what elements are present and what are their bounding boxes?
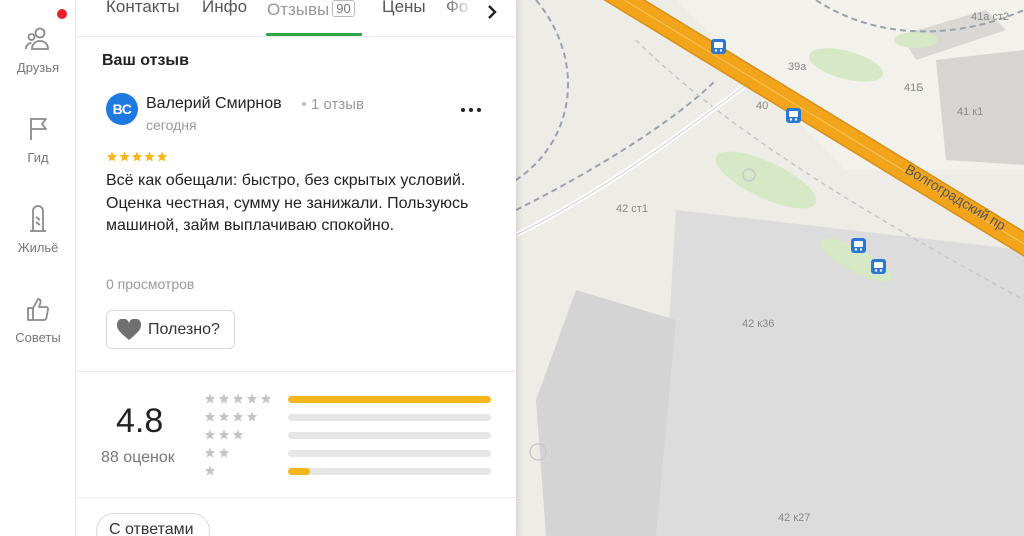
author-review-count: 1 отзыв xyxy=(311,96,365,113)
star-icon xyxy=(106,151,118,162)
map-label-41k1: 41 к1 xyxy=(957,106,983,118)
friends-icon xyxy=(23,24,53,54)
tab-info-label: Инфо xyxy=(202,0,248,16)
rating-row-1 xyxy=(204,465,494,477)
tab-bar: Контакты Инфо Отзывы90 Цены Фо xyxy=(76,0,516,36)
map-label-40: 40 xyxy=(756,100,768,112)
tabs-next-button[interactable] xyxy=(480,0,504,24)
flag-icon xyxy=(23,114,53,144)
left-rail: Друзья Гид Жильё Советы xyxy=(0,0,76,536)
star-icon xyxy=(144,151,155,162)
rail-label-tips: Советы xyxy=(15,330,61,345)
rating-bar-track xyxy=(288,468,491,475)
star-icon xyxy=(218,393,230,404)
rating-row-4 xyxy=(204,411,494,423)
star-icon xyxy=(232,393,244,404)
tab-info[interactable]: Инфо xyxy=(202,0,247,36)
rating-row-stars xyxy=(204,447,230,458)
rail-label-housing: Жильё xyxy=(17,240,59,255)
star-icon xyxy=(204,411,216,422)
tab-reviews-label: Отзывы xyxy=(267,0,330,19)
star-icon xyxy=(131,151,143,162)
rating-row-stars xyxy=(204,411,258,422)
rail-item-housing[interactable]: Жильё xyxy=(0,204,76,274)
more-options-button[interactable] xyxy=(456,100,486,120)
views-count: 0 просмотров xyxy=(106,276,195,292)
useful-label: Полезно? xyxy=(148,320,220,338)
star-icon xyxy=(119,151,130,162)
section-title: Ваш отзыв xyxy=(102,52,189,69)
reviews-count-badge: 90 xyxy=(332,0,355,17)
rating-bar-fill xyxy=(288,468,311,475)
star-icon xyxy=(204,429,216,440)
map-label-42k27: 42 к27 xyxy=(778,512,810,524)
rail-item-friends[interactable]: Друзья xyxy=(0,24,76,94)
more-dots-icon xyxy=(461,108,481,112)
star-icon xyxy=(204,393,216,404)
review-star-rating xyxy=(106,151,168,162)
star-icon xyxy=(232,429,244,440)
tab-contacts[interactable]: Контакты xyxy=(106,0,179,36)
rating-bar-fill xyxy=(288,396,491,403)
star-icon xyxy=(232,411,244,422)
divider xyxy=(76,371,516,372)
rating-row-3 xyxy=(204,429,494,441)
star-icon xyxy=(246,411,258,422)
heart-icon xyxy=(116,318,142,340)
tab-prices-label: Цены xyxy=(382,0,426,16)
star-icon xyxy=(204,447,216,458)
map-label-41a: 41а ст2 xyxy=(971,11,1009,23)
notification-dot xyxy=(57,9,67,19)
review-text: Всё как обещали: быстро, без скрытых усл… xyxy=(106,172,469,234)
map[interactable]: Волгоградский пр 41а ст2 39а 41Б 41 к1 4… xyxy=(516,0,1024,536)
star-icon xyxy=(260,393,272,404)
star-icon xyxy=(218,429,230,440)
rating-row-stars xyxy=(204,465,216,476)
chevron-right-icon xyxy=(488,5,497,19)
bus-stop-icon[interactable] xyxy=(711,39,726,54)
tab-contacts-label: Контакты xyxy=(106,0,180,16)
rail-item-tips[interactable]: Советы xyxy=(0,294,76,364)
avatar[interactable]: ВС xyxy=(106,93,138,125)
rating-row-stars xyxy=(204,429,244,440)
map-label-42k36: 42 к36 xyxy=(742,318,774,330)
bus-stop-icon[interactable] xyxy=(871,259,886,274)
star-icon xyxy=(218,447,230,458)
rail-item-guide[interactable]: Гид xyxy=(0,114,76,184)
star-icon xyxy=(218,411,230,422)
tab-prices[interactable]: Цены xyxy=(382,0,426,36)
tabs-divider xyxy=(76,36,516,37)
thumbs-up-icon xyxy=(23,294,53,324)
map-label-39a: 39а xyxy=(788,61,807,73)
rating-bar-track xyxy=(288,432,491,439)
star-icon xyxy=(246,393,258,404)
star-icon xyxy=(156,151,168,162)
rating-value: 4.8 xyxy=(116,402,164,440)
rating-row-stars xyxy=(204,393,272,404)
rating-count: 88 оценок xyxy=(101,449,175,466)
author-name[interactable]: Валерий Смирнов xyxy=(146,95,282,113)
rating-bar-track xyxy=(288,396,491,403)
bus-stop-icon[interactable] xyxy=(851,238,866,253)
rail-label-guide: Гид xyxy=(27,150,49,165)
map-label-42st1: 42 ст1 xyxy=(616,203,648,215)
rating-row-2 xyxy=(204,447,494,459)
rating-bar-track xyxy=(288,450,491,457)
author-meta: 1 отзыв xyxy=(302,96,364,113)
useful-button[interactable]: Полезно? xyxy=(106,310,235,349)
building-icon xyxy=(23,204,53,234)
bus-stop-icon[interactable] xyxy=(786,108,801,123)
separator-dot xyxy=(302,102,306,106)
map-green-4 xyxy=(894,32,938,48)
rating-bar-track xyxy=(288,414,491,421)
star-icon xyxy=(204,465,216,476)
map-label-41b: 41Б xyxy=(904,82,923,94)
tab-reviews[interactable]: Отзывы 90 xyxy=(267,0,355,36)
divider xyxy=(76,497,516,498)
rail-label-friends: Друзья xyxy=(16,60,60,75)
rating-row-5 xyxy=(204,393,494,405)
filter-with-answers-chip[interactable]: С ответами xyxy=(96,513,210,536)
review-date: сегодня xyxy=(146,117,197,133)
place-panel: Контакты Инфо Отзывы90 Цены Фо Ваш отзыв… xyxy=(76,0,516,536)
